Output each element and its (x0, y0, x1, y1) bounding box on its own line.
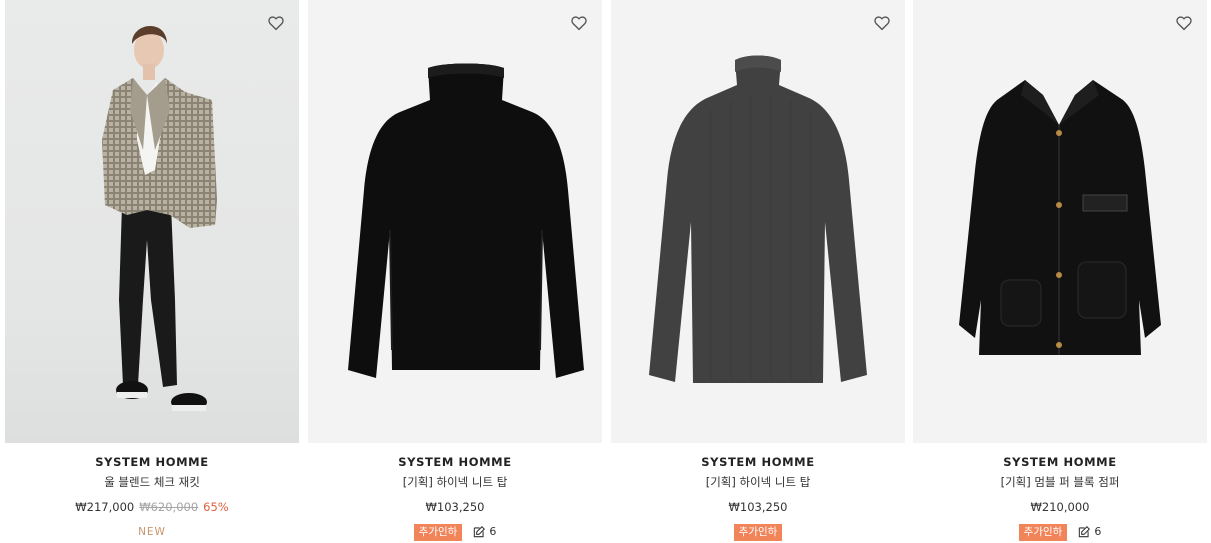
product-brand[interactable]: SYSTEM HOMME (5, 455, 299, 469)
price-row: ₩103,250 (308, 500, 602, 514)
edit-icon (1079, 526, 1091, 538)
black-turtleneck-knit-image (348, 63, 584, 378)
review-count[interactable]: 6 (1077, 523, 1101, 541)
edit-icon (474, 526, 486, 538)
price-row: ₩217,000 ₩620,000 65% (5, 500, 299, 514)
product-card[interactable]: SYSTEM HOMME [기획] 멈블 퍼 블록 점퍼 ₩210,000 추가… (913, 0, 1207, 543)
product-card[interactable]: SYSTEM HOMME [기획] 하이넥 니트 탑 ₩103,250 추가인하… (308, 0, 602, 543)
product-price: ₩103,250 (728, 500, 788, 514)
black-fleece-jumper-image (959, 80, 1161, 355)
coupon-badge: 추가인하 (733, 523, 783, 541)
product-image[interactable] (913, 0, 1207, 443)
price-row: ₩103,250 (611, 500, 905, 514)
badge-row: 추가인하 6 (913, 523, 1207, 541)
coupon-badge: 추가인하 (1018, 523, 1068, 541)
badge-row: NEW (5, 523, 299, 541)
product-name[interactable]: [기획] 하이넥 니트 탑 (611, 475, 905, 489)
product-image[interactable] (308, 0, 602, 443)
wishlist-button[interactable] (570, 14, 588, 32)
heart-outline-icon (571, 16, 587, 31)
product-grid: SYSTEM HOMME 울 블렌드 체크 재킷 ₩217,000 ₩620,00… (0, 0, 1211, 543)
heart-outline-icon (874, 16, 890, 31)
product-image[interactable] (5, 0, 299, 443)
original-price: ₩620,000 (139, 500, 199, 514)
product-name[interactable]: [기획] 멈블 퍼 블록 점퍼 (913, 475, 1207, 489)
product-name[interactable]: [기획] 하이넥 니트 탑 (308, 475, 602, 489)
product-brand[interactable]: SYSTEM HOMME (913, 455, 1207, 469)
discount-rate: 65% (203, 500, 229, 514)
badge-row: 추가인하 (611, 523, 905, 541)
product-price: ₩210,000 (1030, 500, 1090, 514)
coupon-badge: 추가인하 (413, 523, 463, 541)
charcoal-turtleneck-knit-image (649, 55, 867, 383)
review-count-value: 6 (1094, 525, 1102, 538)
badge-row: 추가인하 6 (308, 523, 602, 541)
heart-outline-icon (1176, 16, 1192, 31)
model-check-jacket-image (102, 25, 217, 411)
wishlist-button[interactable] (267, 14, 285, 32)
heart-outline-icon (268, 16, 284, 31)
wishlist-button[interactable] (873, 14, 891, 32)
product-price: ₩103,250 (425, 500, 485, 514)
new-badge: NEW (138, 526, 166, 538)
product-card[interactable]: SYSTEM HOMME 울 블렌드 체크 재킷 ₩217,000 ₩620,00… (5, 0, 299, 543)
wishlist-button[interactable] (1175, 14, 1193, 32)
product-brand[interactable]: SYSTEM HOMME (308, 455, 602, 469)
product-image[interactable] (611, 0, 905, 443)
review-count[interactable]: 6 (472, 523, 496, 541)
product-brand[interactable]: SYSTEM HOMME (611, 455, 905, 469)
product-name[interactable]: 울 블렌드 체크 재킷 (5, 475, 299, 489)
price-row: ₩210,000 (913, 500, 1207, 514)
review-count-value: 6 (489, 525, 497, 538)
product-price: ₩217,000 (75, 500, 135, 514)
product-card[interactable]: SYSTEM HOMME [기획] 하이넥 니트 탑 ₩103,250 추가인하 (611, 0, 905, 543)
